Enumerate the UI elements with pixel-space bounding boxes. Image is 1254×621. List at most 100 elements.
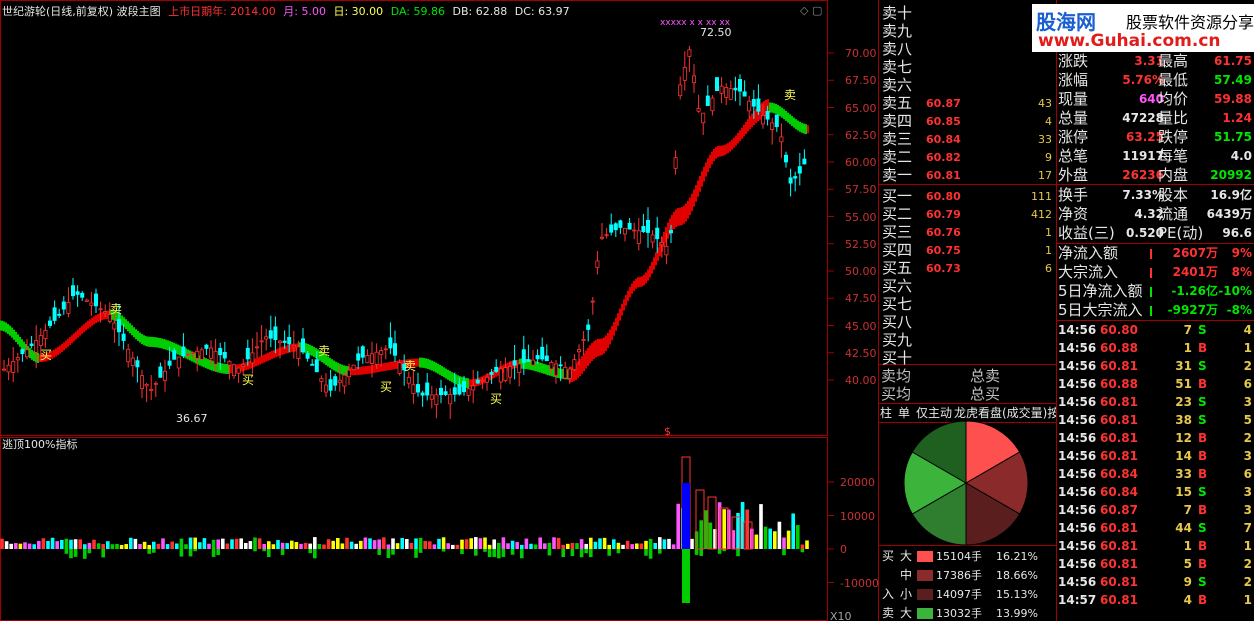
flow-label: 5日净流入额 <box>1058 282 1143 300</box>
quote-label: 总量 <box>1058 109 1089 127</box>
tick-count: 1 <box>1243 341 1252 355</box>
ask-price: 60.84 <box>926 133 961 146</box>
ask-volume: 17 <box>1038 169 1052 182</box>
quote-value: 59.88 <box>1214 92 1252 106</box>
volume-bar <box>487 544 492 549</box>
volume-bar-neg <box>736 549 740 557</box>
tick-count: 2 <box>1243 359 1252 373</box>
tick-row: 14:56 60.84 33 B 6 <box>1058 465 1254 483</box>
volume-bar <box>326 539 331 549</box>
tick-count: 6 <box>1243 467 1252 481</box>
flow-label: 大宗流入 <box>1058 263 1119 281</box>
candle-body <box>604 234 609 237</box>
price-axis-label: 62.50 <box>845 128 877 142</box>
candle-body <box>360 346 365 358</box>
volume-axis-label: -10000 <box>840 576 879 590</box>
quote-label: 内盘 <box>1158 166 1189 184</box>
volume-bar <box>0 538 4 549</box>
panel-tab[interactable]: 柱 <box>880 406 892 420</box>
volume-bar <box>225 543 230 549</box>
volume-bar <box>658 537 662 549</box>
price-axis-label: 57.50 <box>845 183 877 197</box>
volume-bar <box>589 537 593 549</box>
candle-body <box>471 385 476 391</box>
volume-bar-neg <box>644 549 648 556</box>
price-axis-label: 55.00 <box>845 210 877 224</box>
volume-bar-neg <box>313 549 317 559</box>
volume-bar <box>607 544 611 549</box>
volume-bar <box>92 539 96 549</box>
tick-row: 14:56 60.84 15 S 3 <box>1058 483 1254 501</box>
pie-percent: 15.13% <box>996 588 1038 601</box>
flow-percent: -10% <box>1218 284 1252 298</box>
volume-bar <box>290 540 294 549</box>
chart-menu-icon[interactable]: ◇ ▢ <box>800 4 822 17</box>
quote-label: 总笔 <box>1058 147 1089 165</box>
candle-body <box>489 372 494 375</box>
pie-percent: 13.99% <box>996 607 1038 620</box>
tick-count: 3 <box>1243 485 1252 499</box>
candle-body <box>719 85 724 94</box>
tick-side: B <box>1198 539 1208 553</box>
volume-bar <box>492 539 496 549</box>
candle-body <box>130 357 135 366</box>
volume-bar-neg <box>658 549 662 554</box>
tick-time: 14:56 <box>1058 575 1097 589</box>
volume-bar-neg <box>64 549 69 554</box>
volume-bar <box>294 542 299 549</box>
candle-body <box>696 108 701 112</box>
volume-bar <box>782 537 786 549</box>
tick-time: 14:56 <box>1058 341 1097 355</box>
candle-body <box>618 220 623 228</box>
candle-body <box>199 349 204 360</box>
volume-bar <box>409 542 414 549</box>
candle-body <box>687 49 692 57</box>
volume-bar <box>722 509 726 549</box>
volume-bar <box>37 540 41 549</box>
volume-bar <box>110 544 115 549</box>
tick-row: 14:56 60.81 23 S 3 <box>1058 393 1254 411</box>
quote-label: 涨跌 <box>1058 52 1089 70</box>
volume-bar-neg <box>561 549 565 558</box>
candle-body <box>420 392 425 396</box>
candle-body <box>733 87 738 91</box>
candle-body <box>356 353 361 361</box>
quote-value: 5.76% <box>1122 73 1164 87</box>
bid-level-label: 买七 <box>882 295 913 313</box>
candle-body <box>586 324 591 330</box>
volume-bar <box>648 538 653 549</box>
candle-body <box>411 384 416 395</box>
panel-tab[interactable]: 仅主动 <box>916 406 952 420</box>
candle-body <box>236 367 241 374</box>
volume-bar-neg <box>87 549 92 554</box>
volume-bar <box>64 538 69 549</box>
volume-bar-neg <box>699 549 703 556</box>
volume-bar-neg <box>377 549 381 555</box>
tick-price: 60.81 <box>1100 359 1138 373</box>
volume-bar-neg <box>584 549 588 554</box>
panel-tab[interactable]: 单 <box>898 406 910 420</box>
candle-body <box>512 360 517 366</box>
tick-volume: 15 <box>1175 485 1192 499</box>
tick-count: 4 <box>1243 323 1252 337</box>
volume-bar <box>32 544 36 549</box>
candle-body <box>117 319 122 333</box>
pie-size: 中 <box>900 568 913 582</box>
candle-body <box>61 301 66 310</box>
volume-bar-neg <box>520 549 524 559</box>
volume-bar <box>690 538 694 549</box>
volume-bar <box>368 538 372 549</box>
pie-size: 小 <box>900 587 913 601</box>
tick-count: 7 <box>1243 521 1252 535</box>
tick-row: 14:56 60.81 31 S 2 <box>1058 357 1254 375</box>
bid-volume: 1 <box>1045 244 1052 257</box>
candle-body <box>765 110 770 120</box>
quote-label: 现量 <box>1058 90 1089 108</box>
panel-tab[interactable]: 龙虎看盘(成交量)按 <box>954 406 1056 420</box>
volume-spike-neg <box>682 549 690 603</box>
candle-body <box>784 154 789 163</box>
volume-bar <box>538 537 542 549</box>
flow-bar <box>1150 268 1152 278</box>
candle-body <box>429 394 434 400</box>
volume-bar <box>4 541 9 549</box>
